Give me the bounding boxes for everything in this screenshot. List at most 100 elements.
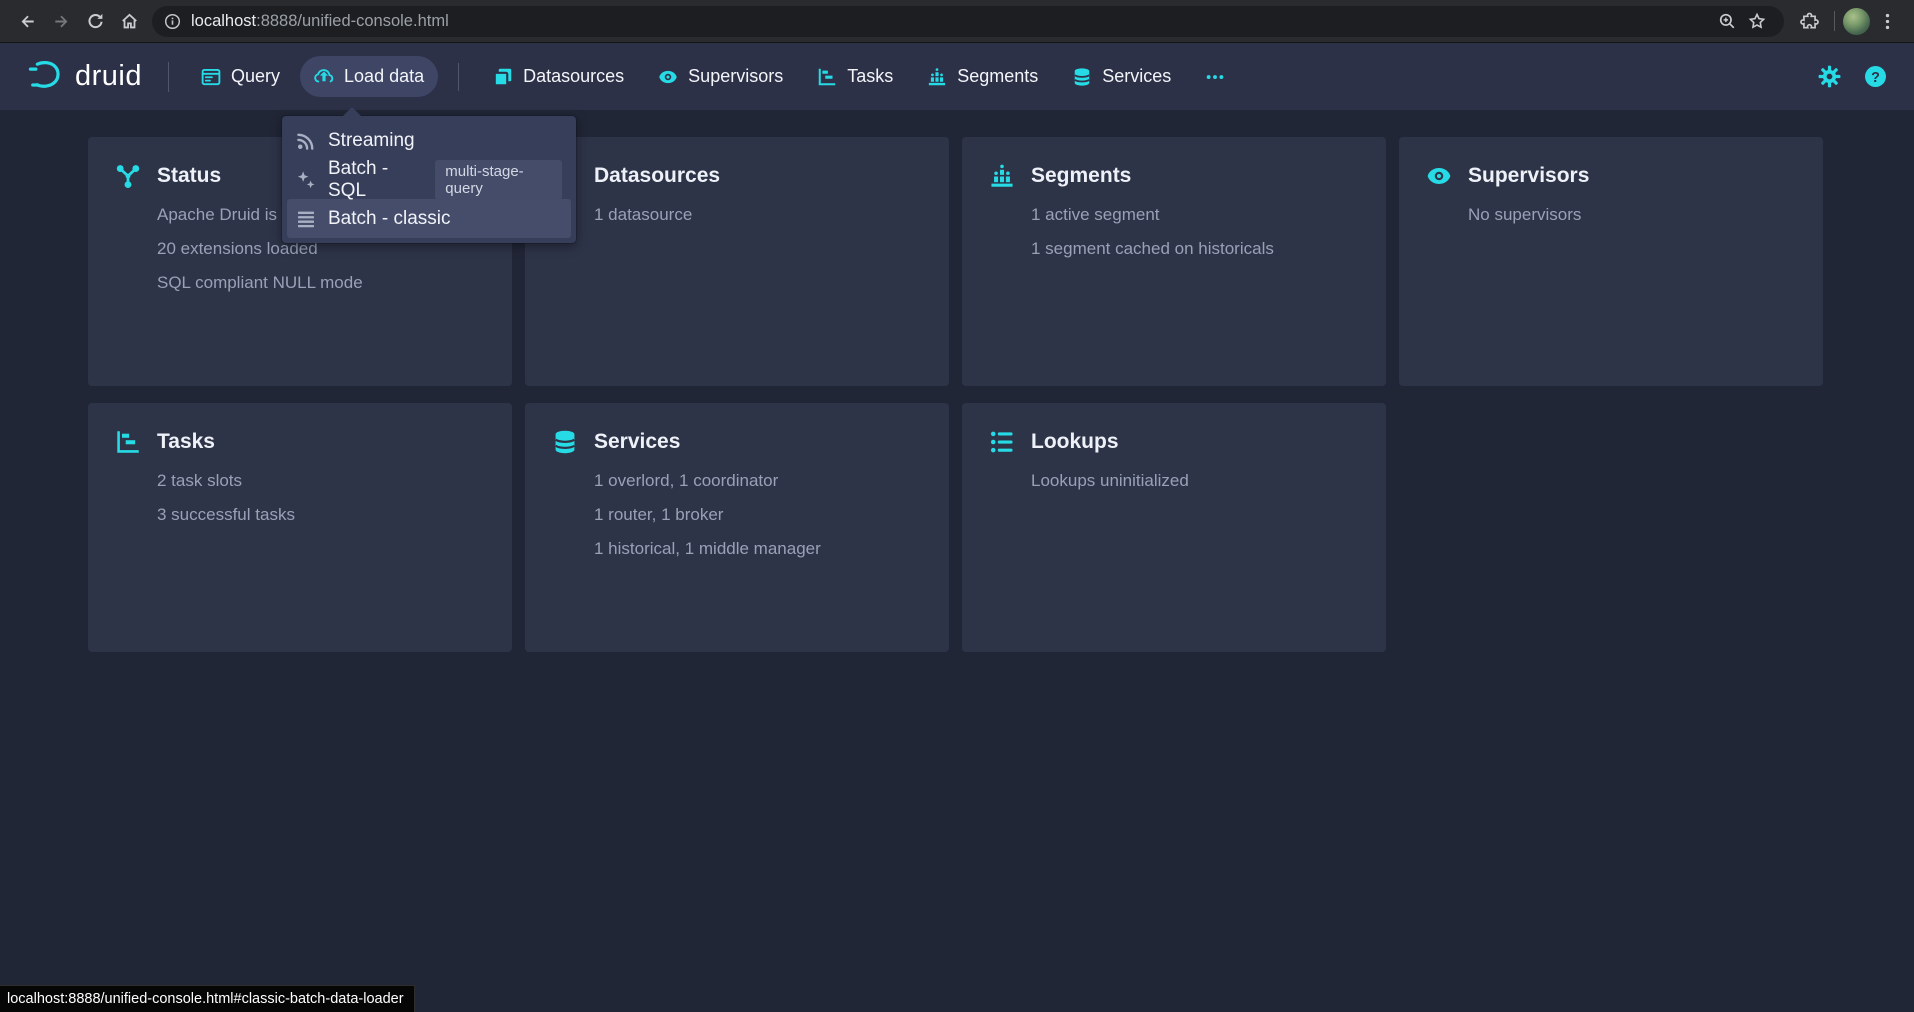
- card-line: 1 historical, 1 middle manager: [594, 532, 949, 566]
- nav-item-label: Datasources: [523, 66, 624, 87]
- card-line: 1 datasource: [594, 198, 949, 232]
- nav-item-label: Query: [231, 66, 280, 87]
- card-segments[interactable]: Segments 1 active segment1 segment cached…: [962, 137, 1386, 386]
- reload-icon[interactable]: [78, 4, 112, 38]
- gantt-icon: [817, 67, 837, 87]
- url-path: :8888/unified-console.html: [256, 12, 449, 30]
- card-title: Lookups: [1031, 430, 1119, 454]
- layers-icon: [493, 67, 513, 87]
- nav-item-datasources[interactable]: Datasources: [479, 56, 638, 97]
- nav-item-label: Segments: [957, 66, 1038, 87]
- cloud-upload-icon: [314, 67, 334, 87]
- card-header: Lookups: [962, 403, 1386, 455]
- gantt-icon: [115, 429, 141, 455]
- card-header: Segments: [962, 137, 1386, 189]
- navbar-separator: [458, 63, 459, 91]
- browser-actions: [1792, 4, 1904, 38]
- brand-name: druid: [75, 60, 142, 93]
- menu-item-label: Streaming: [328, 130, 415, 152]
- bookmark-star-icon[interactable]: [1742, 6, 1772, 36]
- card-services[interactable]: Services 1 overlord, 1 coordinator1 route…: [525, 403, 949, 652]
- card-lines: 1 active segment1 segment cached on hist…: [1031, 198, 1386, 266]
- browser-toolbar: localhost:8888/unified-console.html: [0, 0, 1914, 43]
- card-supervisors[interactable]: Supervisors No supervisors: [1399, 137, 1823, 386]
- menu-item-label: Batch - classic: [328, 208, 450, 230]
- url-host: localhost: [191, 12, 256, 30]
- card-header: Supervisors: [1399, 137, 1823, 189]
- card-line: 1 segment cached on historicals: [1031, 232, 1386, 266]
- more-icon: [1205, 67, 1225, 87]
- properties-icon: [989, 429, 1015, 455]
- zoom-icon[interactable]: [1712, 6, 1742, 36]
- card-header: Services: [525, 403, 949, 455]
- bar-chart-icon: [927, 67, 947, 87]
- url-text: localhost:8888/unified-console.html: [191, 12, 449, 31]
- home-icon[interactable]: [112, 4, 146, 38]
- sparkle-icon: [296, 170, 316, 190]
- card-title: Supervisors: [1468, 164, 1589, 188]
- card-line: SQL compliant NULL mode: [157, 266, 512, 300]
- nav-item-label: Tasks: [847, 66, 893, 87]
- nav-item-load-data[interactable]: Load data: [300, 56, 438, 97]
- card-tasks[interactable]: Tasks 2 task slots3 successful tasks: [88, 403, 512, 652]
- browser-menu-icon[interactable]: [1870, 4, 1904, 38]
- card-line: 2 task slots: [157, 464, 512, 498]
- nav-item-services[interactable]: Services: [1058, 56, 1185, 97]
- back-icon[interactable]: [10, 4, 44, 38]
- card-title: Segments: [1031, 164, 1131, 188]
- card-line: 3 successful tasks: [157, 498, 512, 532]
- card-datasources[interactable]: Datasources 1 datasource: [525, 137, 949, 386]
- profile-avatar[interactable]: [1843, 8, 1870, 35]
- database-icon: [552, 429, 578, 455]
- navbar-right: ?: [1814, 62, 1890, 92]
- menu-item-label: Batch - SQL: [328, 158, 423, 202]
- card-line: No supervisors: [1468, 198, 1823, 232]
- menu-item-batch-sql[interactable]: Batch - SQLmulti-stage-query: [287, 160, 571, 199]
- card-lines: Lookups uninitialized: [1031, 464, 1386, 498]
- card-line: 1 router, 1 broker: [594, 498, 949, 532]
- druid-brand[interactable]: druid: [24, 56, 142, 98]
- brand-separator: [168, 62, 169, 92]
- eye-icon: [1426, 163, 1452, 189]
- menu-item-batch-classic[interactable]: Batch - classic: [287, 199, 571, 238]
- card-line: 1 active segment: [1031, 198, 1386, 232]
- card-line: Lookups uninitialized: [1031, 464, 1386, 498]
- druid-logo-icon: [24, 56, 66, 98]
- help-icon[interactable]: ?: [1860, 62, 1890, 92]
- site-info-icon[interactable]: [164, 13, 181, 30]
- card-title: Datasources: [594, 164, 720, 188]
- card-title: Status: [157, 164, 221, 188]
- toolbar-separator: [1834, 11, 1835, 31]
- feed-icon: [296, 131, 316, 151]
- nav-item-query[interactable]: Query: [187, 56, 294, 97]
- card-header: Tasks: [88, 403, 512, 455]
- nav-item-supervisors[interactable]: Supervisors: [644, 56, 797, 97]
- forward-icon[interactable]: [44, 4, 78, 38]
- card-title: Services: [594, 430, 680, 454]
- navbar-items: Query Load data Datasources Supervisors Task…: [187, 56, 1239, 97]
- menu-item-streaming[interactable]: Streaming: [287, 121, 571, 160]
- settings-gear-icon[interactable]: [1814, 62, 1844, 92]
- nav-item-label: Supervisors: [688, 66, 783, 87]
- extensions-icon[interactable]: [1792, 4, 1826, 38]
- card-line: 1 overlord, 1 coordinator: [594, 464, 949, 498]
- card-lines: No supervisors: [1468, 198, 1823, 232]
- console-icon: [201, 67, 221, 87]
- link-status-bubble: localhost:8888/unified-console.html#clas…: [0, 985, 415, 1012]
- card-title: Tasks: [157, 430, 215, 454]
- nav-item-tasks[interactable]: Tasks: [803, 56, 907, 97]
- bar-chart-icon: [989, 163, 1015, 189]
- address-bar[interactable]: localhost:8888/unified-console.html: [152, 6, 1784, 37]
- card-lines: 2 task slots3 successful tasks: [157, 464, 512, 532]
- nav-item-label: Load data: [344, 66, 424, 87]
- card-lines: 1 overlord, 1 coordinator1 router, 1 bro…: [594, 464, 949, 566]
- nav-item-segments[interactable]: Segments: [913, 56, 1052, 97]
- card-lookups[interactable]: Lookups Lookups uninitialized: [962, 403, 1386, 652]
- eye-icon: [658, 67, 678, 87]
- app-navbar: druid Query Load data Datasources Superviso…: [0, 43, 1914, 110]
- nav-item-label: Services: [1102, 66, 1171, 87]
- list-icon: [296, 209, 316, 229]
- nav-item-more[interactable]: [1191, 57, 1239, 97]
- card-lines: 1 datasource: [594, 198, 949, 232]
- database-icon: [1072, 67, 1092, 87]
